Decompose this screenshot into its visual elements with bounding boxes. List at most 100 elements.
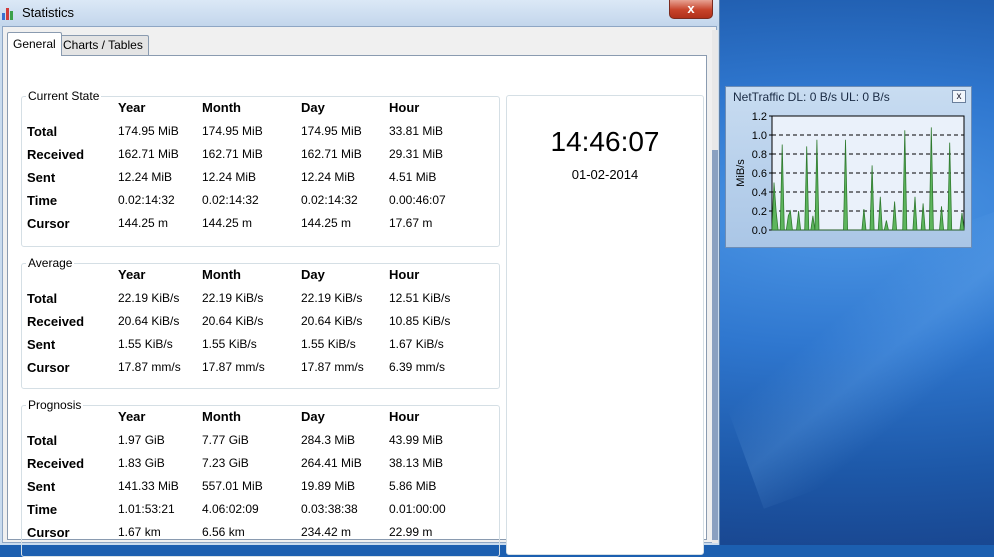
value-cell: 1.01:53:21 (118, 502, 175, 516)
value-cell: 12.24 MiB (118, 170, 173, 184)
value-cell: 162.71 MiB (301, 147, 362, 161)
column-header: Day (301, 100, 325, 115)
clock-panel: 14:46:07 01-02-2014 (506, 95, 704, 555)
value-cell: 22.99 m (389, 525, 433, 539)
value-cell: 0.00:46:07 (389, 193, 446, 207)
column-header: Month (202, 100, 241, 115)
row-label: Sent (27, 479, 56, 494)
column-header: Hour (389, 267, 420, 282)
value-cell: 174.95 MiB (202, 124, 263, 138)
window-titlebar[interactable]: Statistics x (0, 0, 719, 26)
window-title: Statistics (22, 5, 75, 20)
value-cell: 22.19 KiB/s (301, 291, 363, 305)
row-label: Total (27, 124, 58, 139)
value-cell: 1.97 GiB (118, 433, 165, 447)
value-cell: 1.83 GiB (118, 456, 165, 470)
y-tick-label: 1.0 (752, 130, 767, 142)
group-title: Prognosis (28, 398, 82, 412)
group-title: Current State (28, 89, 100, 103)
value-cell: 0.01:00:00 (389, 502, 446, 516)
row-label: Received (27, 147, 85, 162)
value-cell: 12.51 KiB/s (389, 291, 451, 305)
value-cell: 4.06:02:09 (202, 502, 259, 516)
value-cell: 17.87 mm/s (202, 360, 265, 374)
nettraffic-gadget[interactable]: NetTraffic DL: 0 B/s UL: 0 B/s x 0.0 0.2 0… (725, 86, 972, 248)
value-cell: 19.89 MiB (301, 479, 356, 493)
tab-panel-general: Current State Average Prognosis Year Mont… (7, 55, 707, 557)
value-cell: 144.25 m (202, 216, 253, 230)
row-label: Cursor (27, 360, 70, 375)
value-cell: 20.64 KiB/s (202, 314, 264, 328)
value-cell: 38.13 MiB (389, 456, 444, 470)
value-cell: 234.42 m (301, 525, 352, 539)
gadget-close-button[interactable]: x (952, 90, 966, 103)
value-cell: 264.41 MiB (301, 456, 362, 470)
value-cell: 0.03:38:38 (301, 502, 358, 516)
value-cell: 6.56 km (202, 525, 245, 539)
value-cell: 20.64 KiB/s (118, 314, 180, 328)
tab-general[interactable]: General (7, 32, 62, 56)
value-cell: 1.67 KiB/s (389, 337, 444, 351)
window-client-area: General Charts / Tables Current State Av… (2, 26, 717, 557)
value-cell: 144.25 m (301, 216, 352, 230)
value-cell: 162.71 MiB (202, 147, 263, 161)
value-cell: 1.67 km (118, 525, 161, 539)
y-tick-label: 1.2 (752, 111, 767, 123)
column-header: Hour (389, 409, 420, 424)
y-tick-label: 0.6 (752, 168, 767, 180)
value-cell: 43.99 MiB (389, 433, 444, 447)
row-label: Time (27, 193, 58, 208)
value-cell: 17.67 m (389, 216, 433, 230)
row-label: Received (27, 314, 85, 329)
wallpaper-streak (695, 211, 994, 509)
column-header: Month (202, 409, 241, 424)
value-cell: 22.19 KiB/s (202, 291, 264, 305)
value-cell: 284.3 MiB (301, 433, 356, 447)
tab-charts-tables[interactable]: Charts / Tables (57, 35, 149, 55)
bar-chart-icon (2, 6, 16, 20)
gadget-title: NetTraffic DL: 0 B/s UL: 0 B/s (733, 90, 890, 104)
column-header: Day (301, 409, 325, 424)
value-cell: 1.55 KiB/s (202, 337, 257, 351)
y-tick-label: 0.4 (752, 187, 767, 199)
value-cell: 0.02:14:32 (301, 193, 358, 207)
scrollbar-thumb[interactable] (712, 150, 718, 540)
y-axis-label: MiB/s (735, 159, 747, 187)
value-cell: 33.81 MiB (389, 124, 444, 138)
value-cell: 17.87 mm/s (301, 360, 364, 374)
row-label: Received (27, 456, 85, 471)
value-cell: 0.02:14:32 (118, 193, 175, 207)
value-cell: 4.51 MiB (389, 170, 437, 184)
value-cell: 557.01 MiB (202, 479, 263, 493)
value-cell: 12.24 MiB (301, 170, 356, 184)
vertical-scrollbar[interactable] (712, 30, 718, 543)
value-cell: 141.33 MiB (118, 479, 179, 493)
value-cell: 144.25 m (118, 216, 169, 230)
traffic-chart: 0.0 0.2 0.4 0.6 0.8 1.0 1.2 MiB/s (735, 111, 965, 236)
row-label: Sent (27, 337, 56, 352)
value-cell: 174.95 MiB (301, 124, 362, 138)
row-label: Time (27, 502, 58, 517)
column-header: Day (301, 267, 325, 282)
column-header: Hour (389, 100, 420, 115)
group-title: Average (28, 256, 73, 270)
clock-date: 01-02-2014 (571, 167, 639, 182)
column-header: Year (118, 100, 146, 115)
statistics-window: Statistics x General Charts / Tables Cur… (0, 0, 720, 557)
value-cell: 0.02:14:32 (202, 193, 259, 207)
value-cell: 1.55 KiB/s (301, 337, 356, 351)
y-tick-label: 0.2 (752, 206, 767, 218)
value-cell: 7.23 GiB (202, 456, 249, 470)
row-label: Cursor (27, 525, 70, 540)
value-cell: 5.86 MiB (389, 479, 437, 493)
value-cell: 12.24 MiB (202, 170, 257, 184)
value-cell: 1.55 KiB/s (118, 337, 173, 351)
column-header: Year (118, 267, 146, 282)
value-cell: 7.77 GiB (202, 433, 249, 447)
window-close-button[interactable]: x (669, 0, 713, 19)
y-tick-label: 0.8 (752, 149, 767, 161)
column-header: Month (202, 267, 241, 282)
clock-time: 14:46:07 (550, 126, 660, 157)
row-label: Sent (27, 170, 56, 185)
value-cell: 6.39 mm/s (389, 360, 446, 374)
